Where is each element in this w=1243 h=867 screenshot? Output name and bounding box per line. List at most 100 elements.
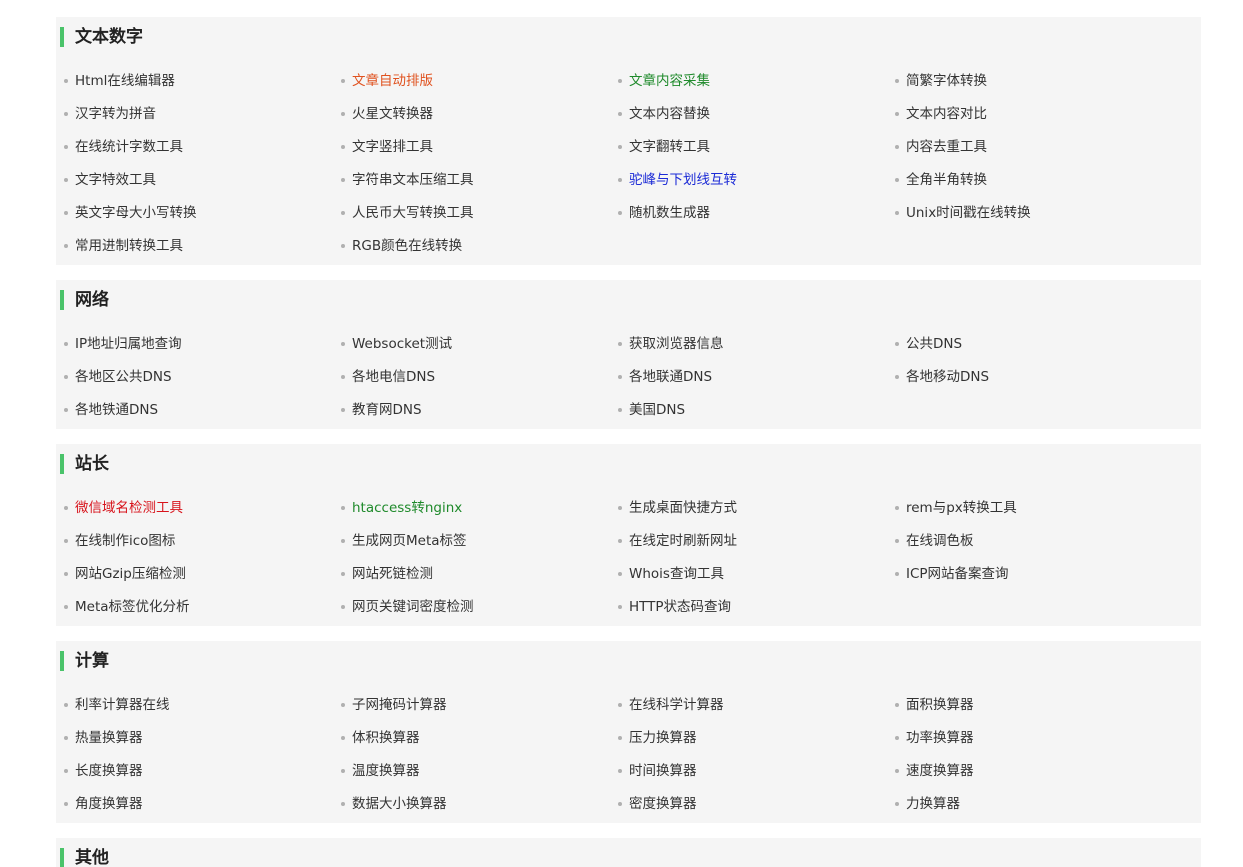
tool-link[interactable]: 人民币大写转换工具 bbox=[341, 203, 618, 223]
tool-link[interactable]: 各地联通DNS bbox=[618, 367, 895, 387]
bullet-dot-icon bbox=[618, 506, 622, 510]
tool-link-label: 人民币大写转换工具 bbox=[352, 205, 474, 221]
tool-link[interactable]: htaccess转nginx bbox=[341, 498, 618, 518]
tool-link-label: 微信域名检测工具 bbox=[75, 500, 183, 516]
tool-link[interactable]: 在线统计字数工具 bbox=[64, 137, 341, 157]
tool-link-label: 时间换算器 bbox=[629, 763, 697, 779]
section-header: 文本数字 bbox=[60, 27, 143, 47]
tool-link[interactable]: Whois查询工具 bbox=[618, 564, 895, 584]
tool-link[interactable]: 热量换算器 bbox=[64, 728, 341, 748]
tool-link[interactable]: 字符串文本压缩工具 bbox=[341, 170, 618, 190]
tool-link[interactable]: 子网掩码计算器 bbox=[341, 695, 618, 715]
tool-link[interactable]: 网页关键词密度检测 bbox=[341, 597, 618, 617]
bullet-dot-icon bbox=[618, 112, 622, 116]
section-accent-bar bbox=[60, 848, 64, 867]
tool-link[interactable]: 各地铁通DNS bbox=[64, 400, 341, 420]
tool-link[interactable]: 简繁字体转换 bbox=[895, 71, 1172, 91]
tool-link[interactable]: 文本内容替换 bbox=[618, 104, 895, 124]
bullet-dot-icon bbox=[895, 802, 899, 806]
section-header: 站长 bbox=[60, 454, 109, 474]
tool-link[interactable]: 压力换算器 bbox=[618, 728, 895, 748]
tool-link[interactable]: 在线调色板 bbox=[895, 531, 1172, 551]
tool-link[interactable]: Meta标签优化分析 bbox=[64, 597, 341, 617]
tool-link[interactable]: 角度换算器 bbox=[64, 794, 341, 814]
tool-link[interactable]: 数据大小换算器 bbox=[341, 794, 618, 814]
tool-link[interactable]: 功率换算器 bbox=[895, 728, 1172, 748]
tool-link[interactable]: 教育网DNS bbox=[341, 400, 618, 420]
tool-link[interactable]: 文字翻转工具 bbox=[618, 137, 895, 157]
tool-link[interactable]: 文本内容对比 bbox=[895, 104, 1172, 124]
tool-link[interactable]: 英文字母大小写转换 bbox=[64, 203, 341, 223]
tool-link[interactable]: 生成网页Meta标签 bbox=[341, 531, 618, 551]
tool-link[interactable]: 获取浏览器信息 bbox=[618, 334, 895, 354]
section-accent-bar bbox=[60, 27, 64, 47]
tool-link[interactable]: 长度换算器 bbox=[64, 761, 341, 781]
tool-link[interactable]: 内容去重工具 bbox=[895, 137, 1172, 157]
bullet-dot-icon bbox=[895, 112, 899, 116]
tool-link[interactable]: RGB颜色在线转换 bbox=[341, 236, 618, 256]
tool-link[interactable]: Websocket测试 bbox=[341, 334, 618, 354]
tool-link[interactable]: 文章内容采集 bbox=[618, 71, 895, 91]
tool-link[interactable]: 生成桌面快捷方式 bbox=[618, 498, 895, 518]
tool-link[interactable]: rem与px转换工具 bbox=[895, 498, 1172, 518]
bullet-dot-icon bbox=[64, 342, 68, 346]
tool-link[interactable]: 温度换算器 bbox=[341, 761, 618, 781]
tool-link[interactable]: 各地区公共DNS bbox=[64, 367, 341, 387]
tool-link[interactable]: 网站死链检测 bbox=[341, 564, 618, 584]
tool-link-label: Unix时间戳在线转换 bbox=[906, 205, 1031, 221]
tool-link-label: 文本内容对比 bbox=[906, 106, 987, 122]
tool-link-label: 热量换算器 bbox=[75, 730, 143, 746]
tool-link[interactable]: 在线制作ico图标 bbox=[64, 531, 341, 551]
tool-link-label: 获取浏览器信息 bbox=[629, 336, 724, 352]
bullet-dot-icon bbox=[64, 145, 68, 149]
tool-link[interactable]: Unix时间戳在线转换 bbox=[895, 203, 1172, 223]
tool-link[interactable]: 美国DNS bbox=[618, 400, 895, 420]
tool-link[interactable]: 密度换算器 bbox=[618, 794, 895, 814]
tool-link[interactable]: 时间换算器 bbox=[618, 761, 895, 781]
tool-link[interactable]: 文字特效工具 bbox=[64, 170, 341, 190]
tool-link-label: 文字竖排工具 bbox=[352, 139, 433, 155]
section-webmaster: 站长 微信域名检测工具 htaccess转nginx 生成桌面快捷方式 rem与px转… bbox=[56, 444, 1201, 626]
tool-link-label: 数据大小换算器 bbox=[352, 796, 447, 812]
tool-link-label: 文字翻转工具 bbox=[629, 139, 710, 155]
tool-grid: 利率计算器在线 子网掩码计算器 在线科学计算器 面积换算器热量换算器 体积换算器 压力换算… bbox=[64, 695, 1174, 827]
tool-link-label: 公共DNS bbox=[906, 336, 963, 352]
tool-link[interactable]: 文字竖排工具 bbox=[341, 137, 618, 157]
tool-link[interactable]: HTTP状态码查询 bbox=[618, 597, 895, 617]
tool-link[interactable]: 驼峰与下划线互转 bbox=[618, 170, 895, 190]
bullet-dot-icon bbox=[341, 178, 345, 182]
tool-link-label: ICP网站备案查询 bbox=[906, 566, 1009, 582]
tool-link[interactable]: 汉字转为拼音 bbox=[64, 104, 341, 124]
tool-link-label: 在线定时刷新网址 bbox=[629, 533, 737, 549]
tool-link[interactable]: 各地移动DNS bbox=[895, 367, 1172, 387]
bullet-dot-icon bbox=[64, 605, 68, 609]
bullet-dot-icon bbox=[895, 572, 899, 576]
tool-link[interactable]: 力换算器 bbox=[895, 794, 1172, 814]
tool-link[interactable]: 常用进制转换工具 bbox=[64, 236, 341, 256]
bullet-dot-icon bbox=[64, 178, 68, 182]
tool-link[interactable]: 在线定时刷新网址 bbox=[618, 531, 895, 551]
tool-link[interactable]: 利率计算器在线 bbox=[64, 695, 341, 715]
tool-link[interactable]: 面积换算器 bbox=[895, 695, 1172, 715]
tool-link[interactable]: 火星文转换器 bbox=[341, 104, 618, 124]
tool-link[interactable]: 各地电信DNS bbox=[341, 367, 618, 387]
tool-link[interactable]: 体积换算器 bbox=[341, 728, 618, 748]
tool-link-label: 全角半角转换 bbox=[906, 172, 987, 188]
bullet-dot-icon bbox=[341, 244, 345, 248]
tool-link[interactable]: 公共DNS bbox=[895, 334, 1172, 354]
tool-link[interactable]: 网站Gzip压缩检测 bbox=[64, 564, 341, 584]
tool-link[interactable]: Html在线编辑器 bbox=[64, 71, 341, 91]
bullet-dot-icon bbox=[64, 506, 68, 510]
section-accent-bar bbox=[60, 290, 64, 310]
tool-link[interactable]: IP地址归属地查询 bbox=[64, 334, 341, 354]
bullet-dot-icon bbox=[618, 572, 622, 576]
tool-link[interactable]: ICP网站备案查询 bbox=[895, 564, 1172, 584]
tool-link[interactable]: 在线科学计算器 bbox=[618, 695, 895, 715]
tool-link[interactable]: 随机数生成器 bbox=[618, 203, 895, 223]
tool-link[interactable]: 全角半角转换 bbox=[895, 170, 1172, 190]
bullet-dot-icon bbox=[64, 211, 68, 215]
section-text-numbers: 文本数字 Html在线编辑器 文章自动排版 文章内容采集 简繁字体转换汉字转为拼音… bbox=[56, 17, 1201, 265]
tool-link[interactable]: 文章自动排版 bbox=[341, 71, 618, 91]
tool-link[interactable]: 微信域名检测工具 bbox=[64, 498, 341, 518]
tool-link[interactable]: 速度换算器 bbox=[895, 761, 1172, 781]
